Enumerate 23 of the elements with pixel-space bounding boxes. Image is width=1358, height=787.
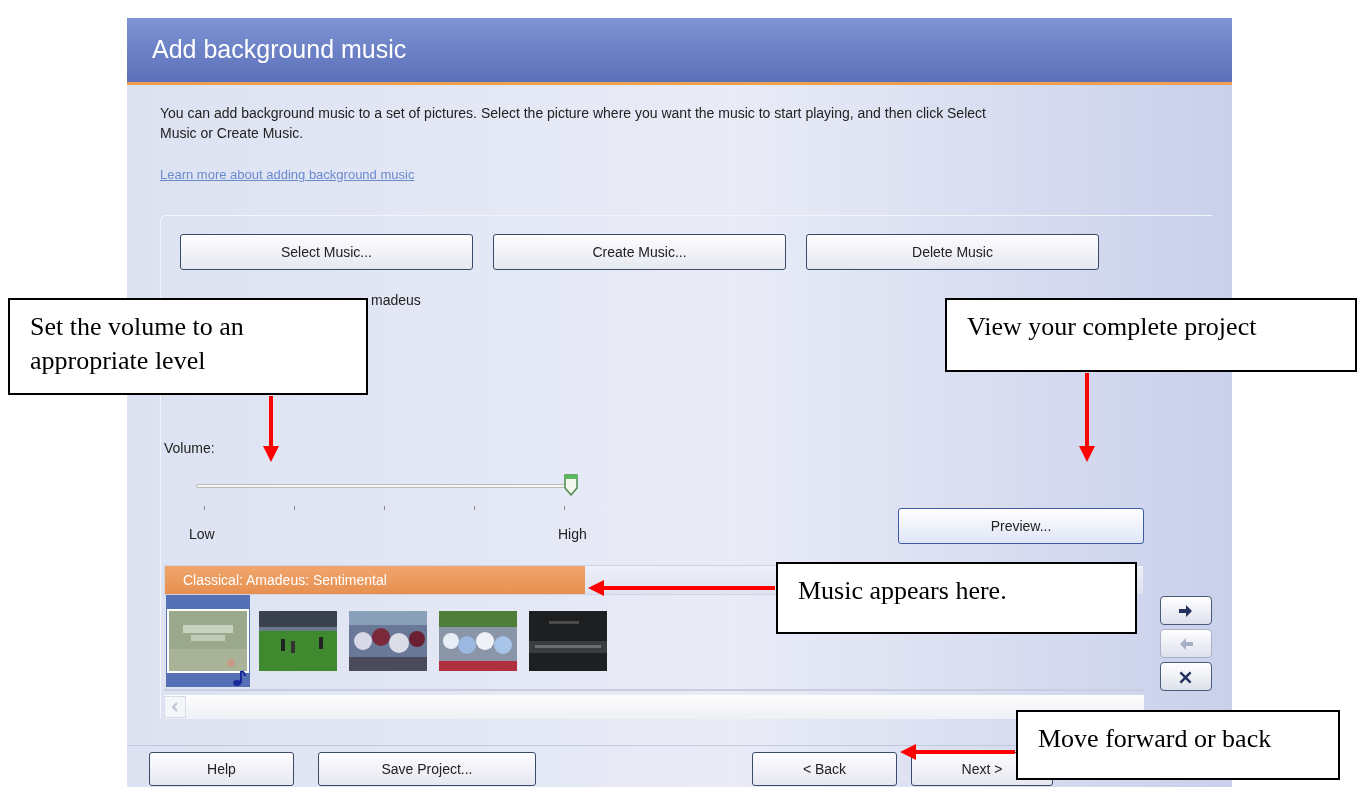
slider-thumb[interactable] xyxy=(564,474,578,496)
footer-button[interactable]: Save Project... xyxy=(318,752,536,786)
music-button[interactable]: Select Music... xyxy=(180,234,473,270)
footer-button[interactable]: < Back xyxy=(752,752,897,786)
volume-label: Volume: xyxy=(164,439,216,458)
horizontal-scrollbar[interactable] xyxy=(164,695,1144,719)
callout-tooltip: View your complete project xyxy=(945,298,1357,372)
callout-tooltip: Set the volume to an appropriate level xyxy=(8,298,368,395)
footer-button[interactable]: Help xyxy=(149,752,294,786)
callout-tooltip: Music appears here. xyxy=(776,562,1137,634)
move-right-icon xyxy=(1177,602,1195,619)
arrow xyxy=(263,396,279,462)
low-label: Low xyxy=(189,525,215,544)
remove-button[interactable] xyxy=(1160,662,1212,691)
high-label: High xyxy=(558,525,587,544)
move-right-button[interactable] xyxy=(1160,596,1212,625)
preview-button[interactable]: Preview... xyxy=(898,508,1144,544)
music-button[interactable]: Delete Music xyxy=(806,234,1099,270)
wizard-title: Add background music xyxy=(152,34,407,66)
instruction-text: You can add background music to a set of pictures. Select the picture where you want the music to start playing, and then click Select Music or Create Music. xyxy=(160,104,987,143)
style-value: madeus xyxy=(371,291,422,310)
music-button[interactable]: Create Music... xyxy=(493,234,786,270)
callout-tooltip: Move forward or back xyxy=(1016,710,1340,780)
